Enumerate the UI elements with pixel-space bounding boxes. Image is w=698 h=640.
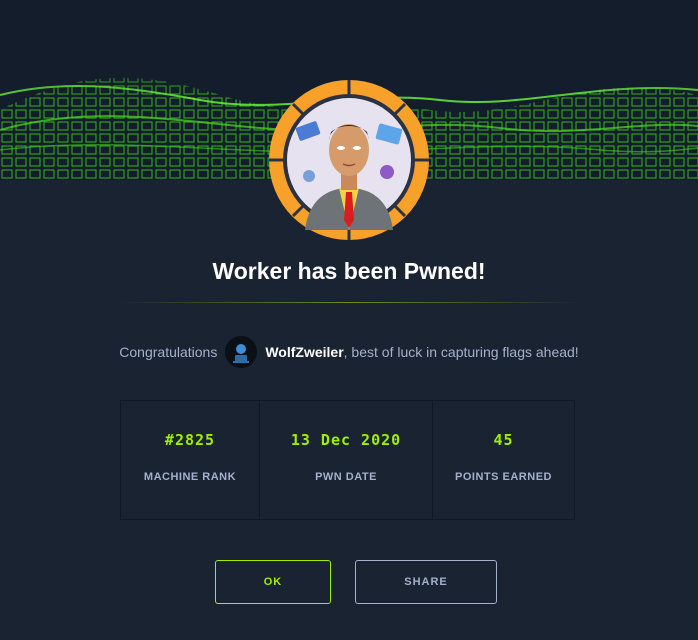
stat-label: MACHINE RANK xyxy=(143,471,237,483)
user-avatar[interactable] xyxy=(225,336,258,368)
stat-label: POINTS EARNED xyxy=(455,471,552,483)
stat-value: #2825 xyxy=(164,431,216,449)
page-title: Worker has been Pwned! xyxy=(212,258,486,284)
stat-value: 45 xyxy=(493,431,514,449)
stat-pwn-date: 13 Dec 2020 PWN DATE xyxy=(260,401,433,519)
stat-machine-rank: #2825 MACHINE RANK xyxy=(121,401,260,519)
title-divider xyxy=(118,302,580,303)
congrats-prefix: Congratulations xyxy=(119,344,218,360)
ok-button[interactable]: OK xyxy=(215,560,331,604)
stats-panel: #2825 MACHINE RANK 13 Dec 2020 PWN DATE … xyxy=(120,400,575,520)
machine-avatar xyxy=(269,80,429,240)
stat-value: 13 Dec 2020 xyxy=(290,431,402,449)
congrats-suffix: , best of luck in capturing flags ahead! xyxy=(343,344,579,360)
username-link[interactable]: WolfZweiler xyxy=(265,344,343,360)
congrats-message: Congratulations WolfZweiler , best of lu… xyxy=(0,336,698,368)
stat-points-earned: 45 POINTS EARNED xyxy=(433,401,574,519)
share-button[interactable]: SHARE xyxy=(355,560,497,604)
stat-label: PWN DATE xyxy=(315,471,377,483)
